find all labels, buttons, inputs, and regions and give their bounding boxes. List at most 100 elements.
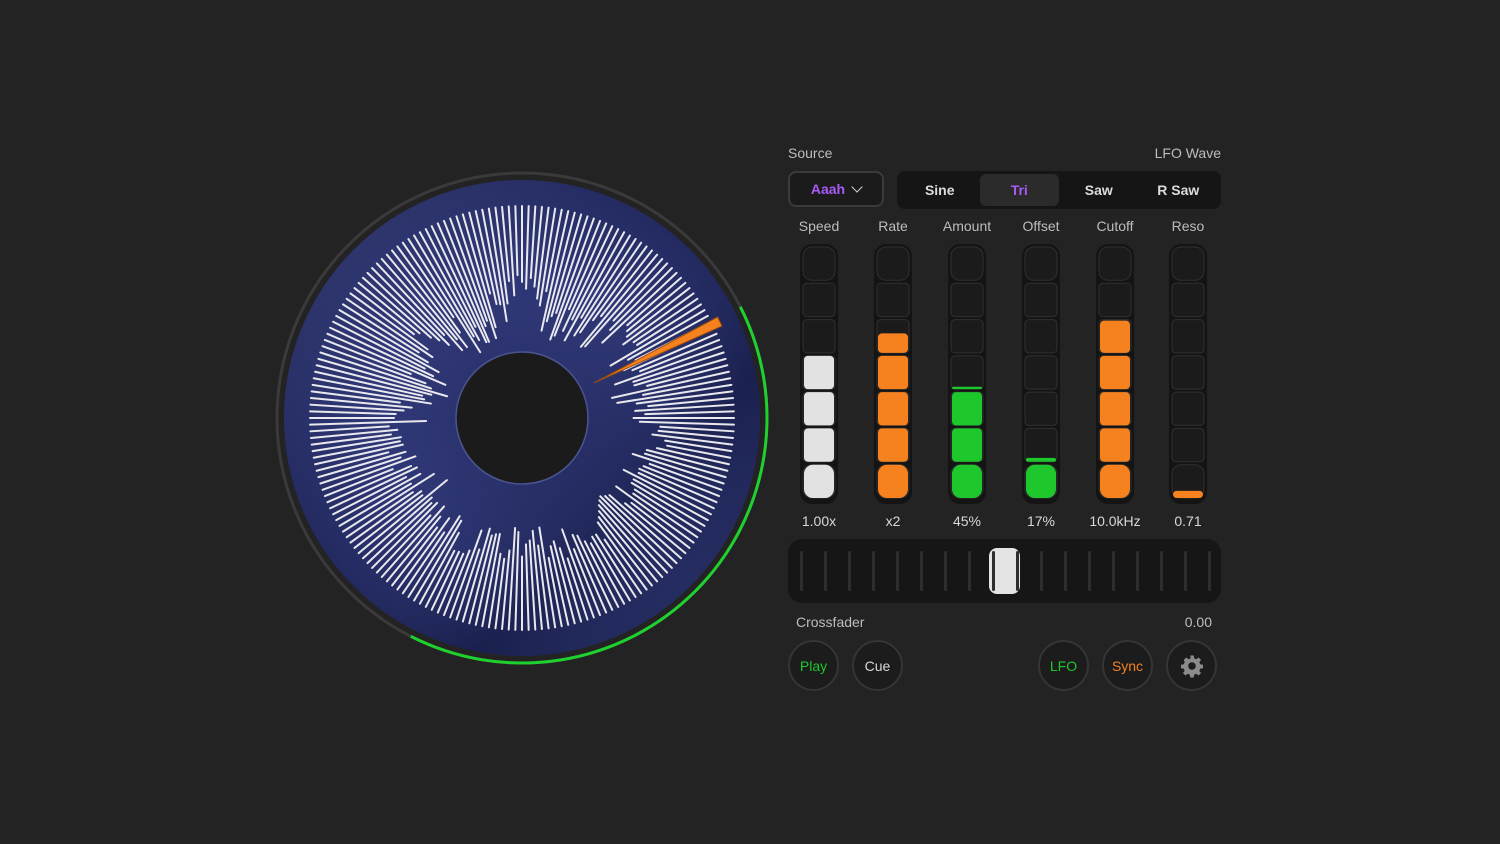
crossfader-tick [872,551,875,591]
lfo-wave-tri[interactable]: Tri [979,174,1059,206]
meter-segment [1098,246,1132,281]
lfo-button[interactable]: LFO [1038,640,1089,691]
meter-fill [952,392,982,426]
crossfader-tick [1184,551,1187,591]
meter-value: 17% [1026,513,1056,529]
turntable-waveform-disc[interactable] [270,166,775,671]
meter-segment [950,282,984,318]
meter-fill [1173,490,1203,498]
meter-segment [876,246,910,281]
meter-segment [1098,282,1132,318]
lfo-wave-saw[interactable]: Saw [1059,174,1139,206]
meter-segment [1171,282,1205,318]
crossfader-label: Crossfader [796,614,865,630]
meter-segment [802,246,836,281]
meter-fill [878,464,908,498]
meter-fill [878,333,908,353]
meter-value: 45% [952,513,982,529]
meter-segment [950,355,984,390]
crossfader-tick [968,551,971,591]
crossfader-tick [1136,551,1139,591]
meter-bar[interactable] [874,244,912,504]
lfo-wave-rsaw[interactable]: R Saw [1139,174,1219,206]
crossfader-tick [944,551,947,591]
meter-fill [804,392,834,426]
crossfader-tick [1064,551,1067,591]
source-label: Source [788,145,833,161]
meter-segment [802,319,836,354]
meter-segment [1171,246,1205,281]
source-value: Aaah [810,181,846,197]
meter-fill [804,464,834,498]
meter-fill [878,392,908,426]
meter-fill [804,355,834,390]
meter-value: 10.0kHz [1089,513,1141,529]
crossfader-tick [896,551,899,591]
meter-fill [878,428,908,462]
play-button[interactable]: Play [788,640,839,691]
meter-fill [1100,428,1130,462]
cue-button[interactable]: Cue [852,640,903,691]
meter-segment [1024,355,1058,390]
crossfader-tick [1088,551,1091,591]
crossfader-tick [1112,551,1115,591]
meter-segment [1024,319,1058,354]
sync-button[interactable]: Sync [1102,640,1153,691]
crossfader-tick [920,551,923,591]
meter-fill [952,464,982,498]
meter-segment [1024,282,1058,318]
meter-segment [1171,319,1205,354]
meter-segment [1171,391,1205,426]
meter-label: Cutoff [1096,218,1134,234]
meter-bar[interactable] [1169,244,1207,504]
meter-segment [1171,427,1205,463]
meter-fill [1100,464,1130,498]
meter-fill [1100,320,1130,353]
crossfader-value: 0.00 [1184,614,1212,630]
crossfader-tick [1160,551,1163,591]
meter-label: Reso [1171,218,1205,234]
lfo-wave-sine[interactable]: Sine [900,174,980,206]
crossfader-tick [992,551,995,591]
meter-segment [876,282,910,318]
meter-fill [1100,392,1130,426]
meter-value: 1.00x [801,513,837,529]
source-dropdown[interactable]: Aaah [788,171,884,207]
crossfader-tick [800,551,803,591]
meter-fill [952,386,982,390]
crossfader-tick [1016,551,1019,591]
meter-fill [804,428,834,462]
control-panel: Source LFO Wave Aaah Sine Tri Saw R Saw … [788,140,1221,700]
crossfader-tick [824,551,827,591]
crossfader-slider[interactable] [788,539,1221,603]
meter-bar[interactable] [1096,244,1134,504]
gear-icon [1180,655,1203,677]
meter-bar[interactable] [800,244,838,504]
crossfader-tick [848,551,851,591]
crossfader-tick [1040,551,1043,591]
meter-group: Speed 1.00x Rate x2 Amount 45% Offset 17… [788,216,1221,536]
meter-label: Rate [878,218,908,234]
meter-segment [802,282,836,318]
chevron-down-icon [851,181,863,193]
meter-bar[interactable] [948,244,986,504]
lfo-wave-label: LFO Wave [1154,145,1221,161]
meter-fill [1100,355,1130,390]
meter-label: Speed [798,218,840,234]
settings-button[interactable] [1166,640,1217,691]
lfo-wave-selector: Sine Tri Saw R Saw [897,171,1221,209]
meter-segment [1171,355,1205,390]
meter-segment [1024,391,1058,426]
meter-segment [1024,427,1058,463]
meter-bar[interactable] [1022,244,1060,504]
meter-fill [1026,457,1056,462]
meter-label: Amount [942,218,992,234]
meter-segment [1024,246,1058,281]
meter-fill [878,355,908,390]
meter-value: x2 [885,513,901,529]
meter-segment [950,246,984,281]
meter-value: 0.71 [1174,513,1202,529]
meter-label: Offset [1022,218,1060,234]
meter-segment [950,319,984,354]
meter-fill [952,428,982,462]
